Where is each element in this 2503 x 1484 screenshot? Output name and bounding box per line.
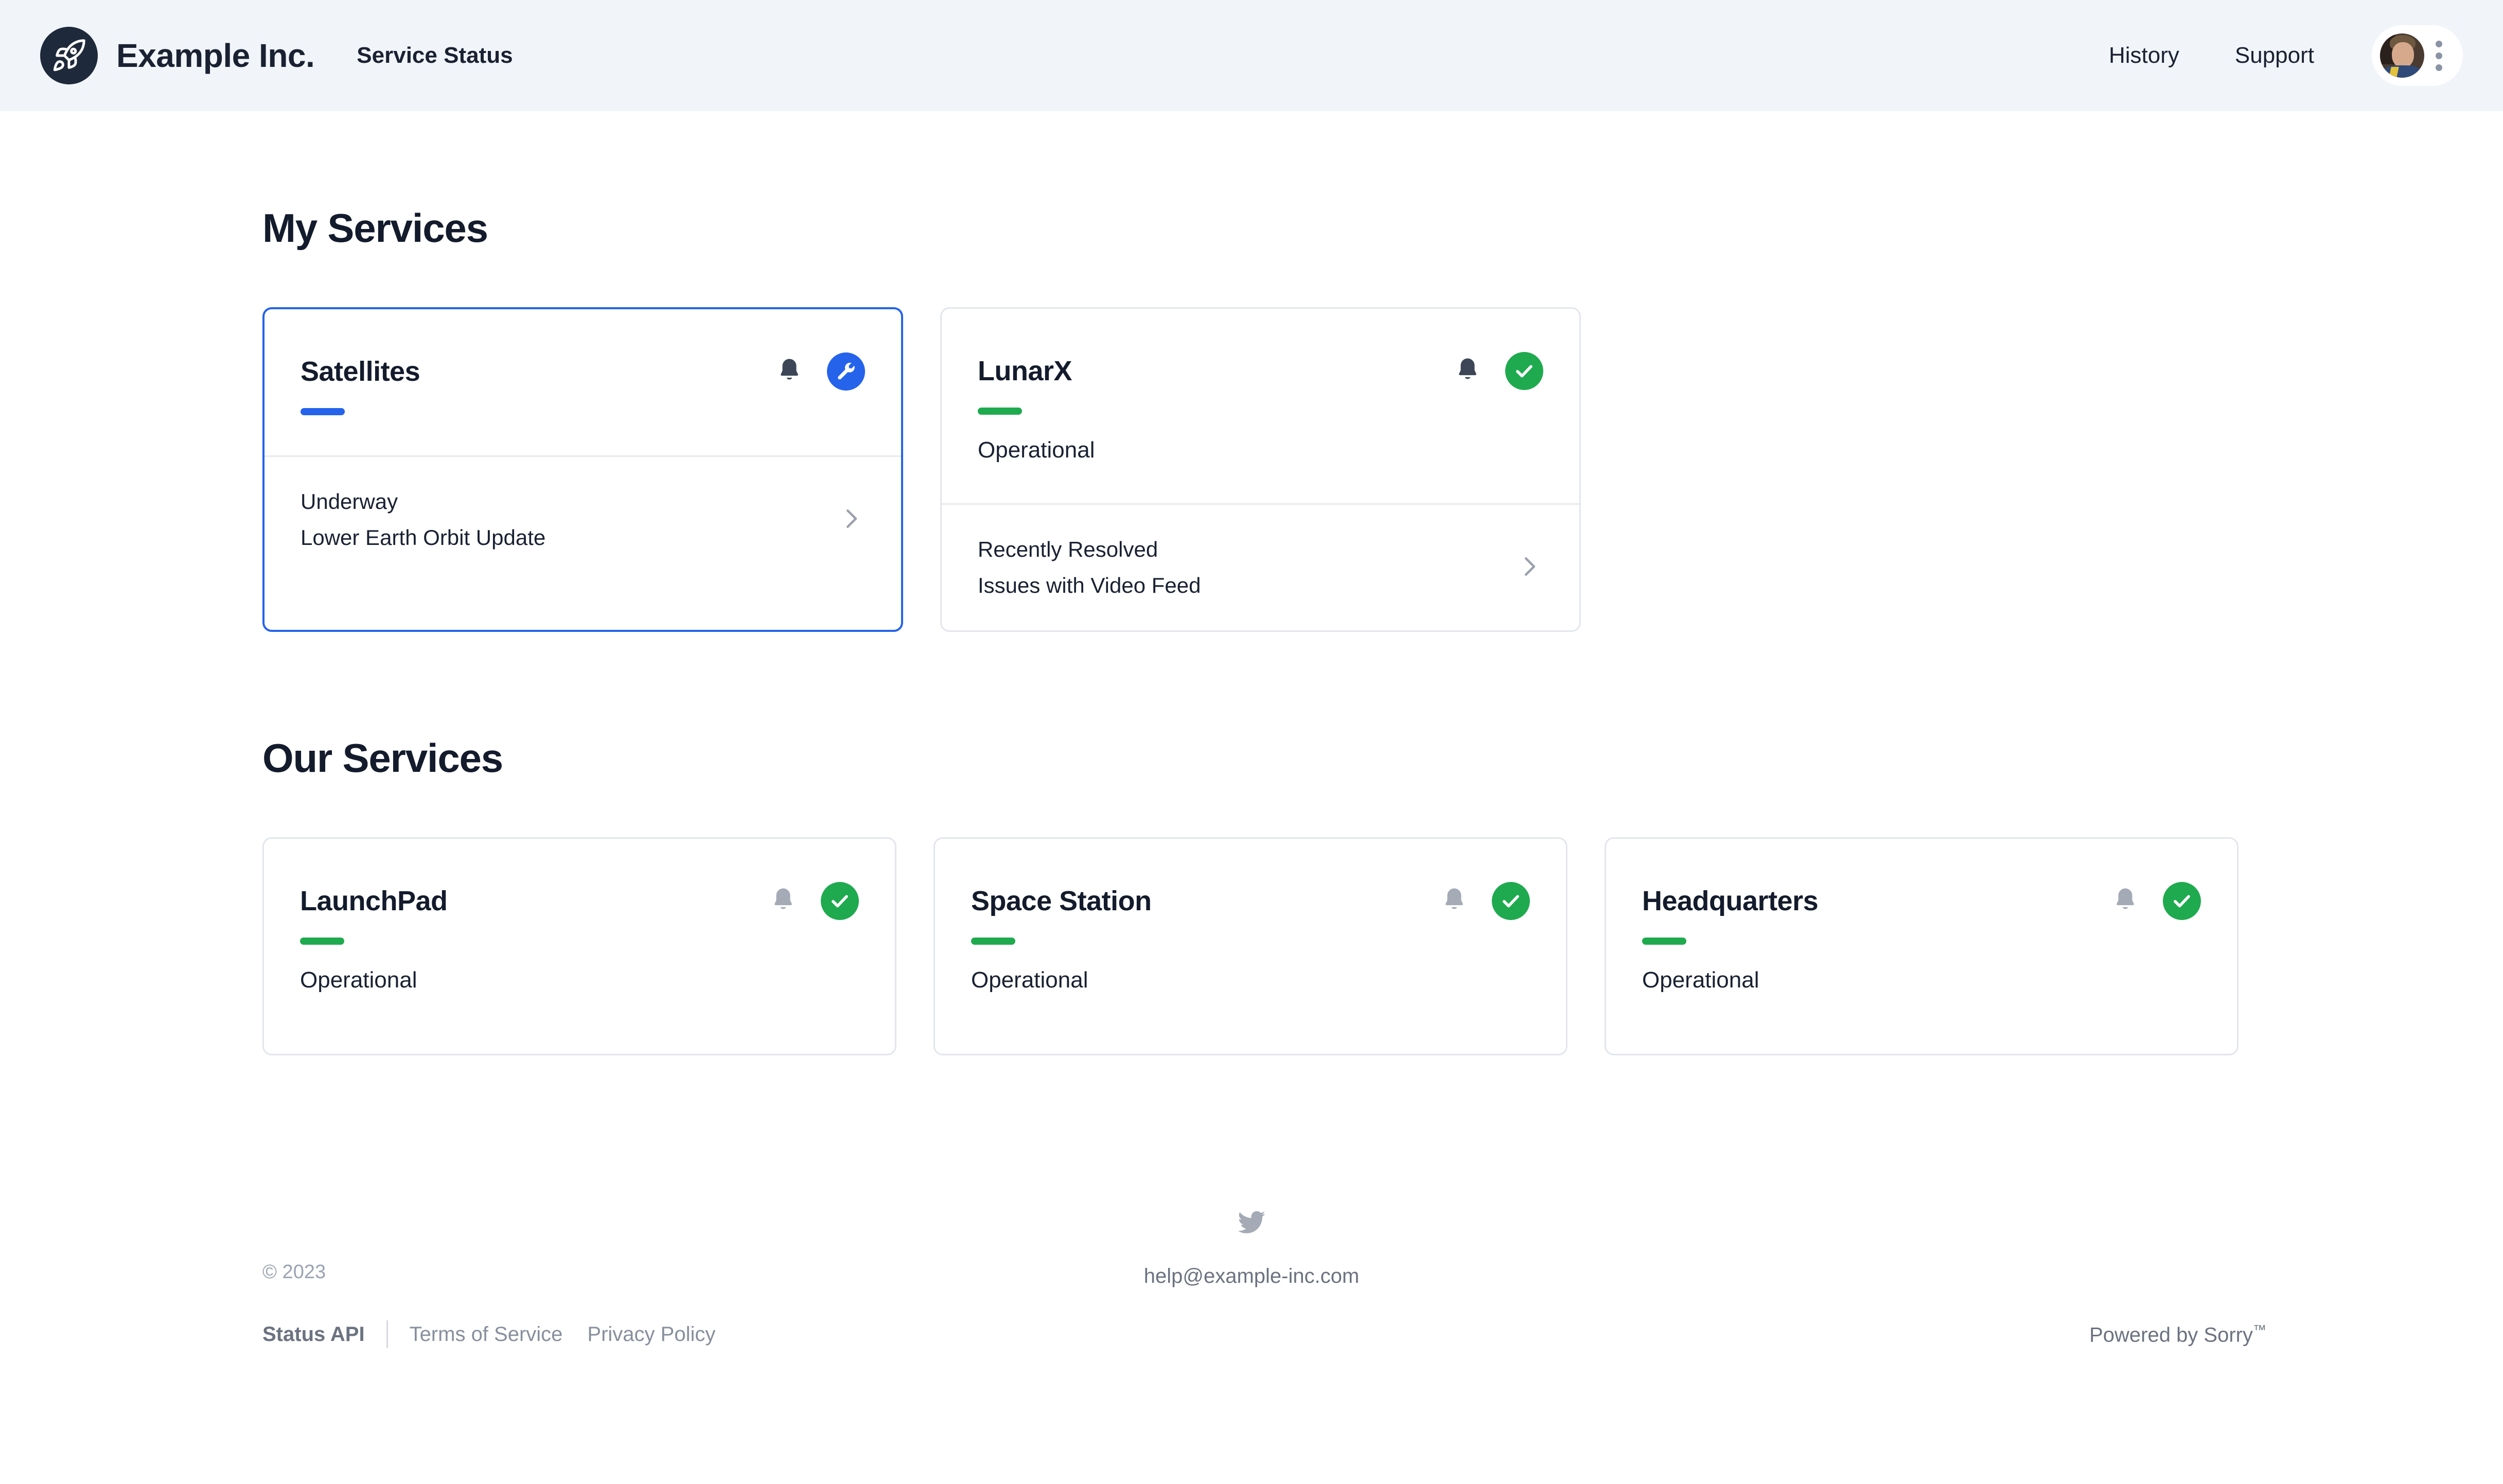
content-container: My Services Satellites Underway Lower Ea… — [0, 205, 2503, 1055]
bell-icon[interactable] — [2111, 886, 2139, 916]
card-top-section: LaunchPad Operational — [264, 839, 895, 993]
incident-title: Issues with Video Feed — [978, 573, 1201, 597]
card-icon-group — [769, 882, 859, 920]
page-title: Service Status — [357, 43, 513, 68]
our-services-card-row: LaunchPad Operational Space Station Oper… — [262, 837, 2266, 1055]
chevron-right-icon[interactable] — [1515, 553, 1543, 583]
status-indicator-bar — [971, 938, 1015, 945]
card-top-section: Space Station Operational — [935, 839, 1566, 993]
service-name: Satellites — [301, 356, 420, 387]
page-footer: © 2023 help@example-inc.com Status API T… — [0, 1211, 2503, 1415]
status-label: Operational — [1642, 967, 1759, 993]
card-header: Satellites — [301, 352, 865, 391]
my-services-heading: My Services — [262, 205, 488, 251]
privacy-policy-link[interactable]: Privacy Policy — [587, 1323, 715, 1346]
check-circle-icon — [1492, 882, 1530, 920]
trademark-symbol: ™ — [2253, 1321, 2266, 1337]
card-top-section: Satellites — [265, 309, 901, 415]
bell-icon[interactable] — [1440, 886, 1468, 916]
brand-name: Example Inc. — [116, 37, 315, 74]
card-header: LunarX — [978, 352, 1543, 390]
status-indicator-bar — [1642, 938, 1686, 945]
card-icon-group — [2111, 882, 2201, 920]
avatar[interactable] — [2380, 33, 2424, 78]
card-footer-link[interactable]: Recently Resolved Issues with Video Feed — [942, 503, 1579, 630]
bell-icon[interactable] — [769, 886, 797, 916]
incident-title: Lower Earth Orbit Update — [301, 525, 546, 550]
card-header: Headquarters — [1642, 882, 2201, 920]
card-footer-link[interactable]: Underway Lower Earth Orbit Update — [265, 455, 901, 582]
card-header: LaunchPad — [300, 882, 859, 920]
our-services-heading: Our Services — [262, 735, 503, 781]
service-card-lunarx[interactable]: LunarX Operational Recently Resolved Iss… — [940, 307, 1581, 632]
app-header: Example Inc. Service Status History Supp… — [0, 0, 2503, 111]
footer-links-row: Status API Terms of Service Privacy Poli… — [262, 1320, 2266, 1348]
status-indicator-bar — [301, 408, 345, 415]
card-top-section: Headquarters Operational — [1606, 839, 2237, 993]
nav-link-history[interactable]: History — [2109, 43, 2179, 68]
incident-state: Underway — [301, 489, 398, 514]
support-email-link[interactable]: help@example-inc.com — [1144, 1265, 1360, 1288]
service-name: LunarX — [978, 356, 1072, 386]
card-icon-group — [775, 352, 865, 391]
brand-logo-group[interactable]: Example Inc. — [40, 27, 315, 84]
my-services-card-row: Satellites Underway Lower Earth Orbit Up… — [262, 307, 2266, 632]
card-top-section: LunarX Operational — [942, 309, 1579, 463]
check-circle-icon — [1505, 352, 1543, 390]
status-indicator-bar — [300, 938, 344, 945]
nav-link-support[interactable]: Support — [2235, 43, 2314, 68]
service-name: LaunchPad — [300, 886, 448, 916]
service-name: Headquarters — [1642, 886, 1819, 916]
powered-by-label: Powered by Sorry™ — [2089, 1322, 2266, 1347]
header-nav: History Support — [2109, 43, 2314, 68]
card-header: Space Station — [971, 882, 1530, 920]
powered-by-text: Powered by Sorry — [2089, 1323, 2253, 1347]
account-menu[interactable] — [2372, 25, 2463, 86]
status-label: Operational — [978, 437, 1095, 463]
status-api-link[interactable]: Status API — [262, 1323, 365, 1346]
service-card-launchpad[interactable]: LaunchPad Operational — [262, 837, 896, 1055]
service-card-satellites[interactable]: Satellites Underway Lower Earth Orbit Up… — [262, 307, 903, 632]
incident-state: Recently Resolved — [978, 537, 1158, 561]
service-card-space-station[interactable]: Space Station Operational — [933, 837, 1567, 1055]
footer-divider — [386, 1320, 388, 1348]
bell-icon[interactable] — [1454, 356, 1482, 386]
status-label: Operational — [300, 967, 417, 993]
bell-icon[interactable] — [775, 357, 803, 387]
card-icon-group — [1440, 882, 1530, 920]
rocket-icon — [40, 27, 98, 84]
card-icon-group — [1454, 352, 1543, 390]
chevron-right-icon[interactable] — [837, 505, 865, 535]
terms-of-service-link[interactable]: Terms of Service — [410, 1323, 563, 1346]
status-indicator-bar — [978, 408, 1022, 415]
service-card-headquarters[interactable]: Headquarters Operational — [1605, 837, 2238, 1055]
wrench-icon — [827, 352, 865, 391]
vertical-dots-icon[interactable] — [2428, 40, 2449, 71]
page-body: My Services Satellites Underway Lower Ea… — [0, 205, 2503, 1415]
twitter-icon[interactable] — [1237, 1208, 1266, 1240]
check-circle-icon — [2163, 882, 2201, 920]
service-name: Space Station — [971, 886, 1152, 916]
status-label: Operational — [971, 967, 1088, 993]
check-circle-icon — [821, 882, 859, 920]
